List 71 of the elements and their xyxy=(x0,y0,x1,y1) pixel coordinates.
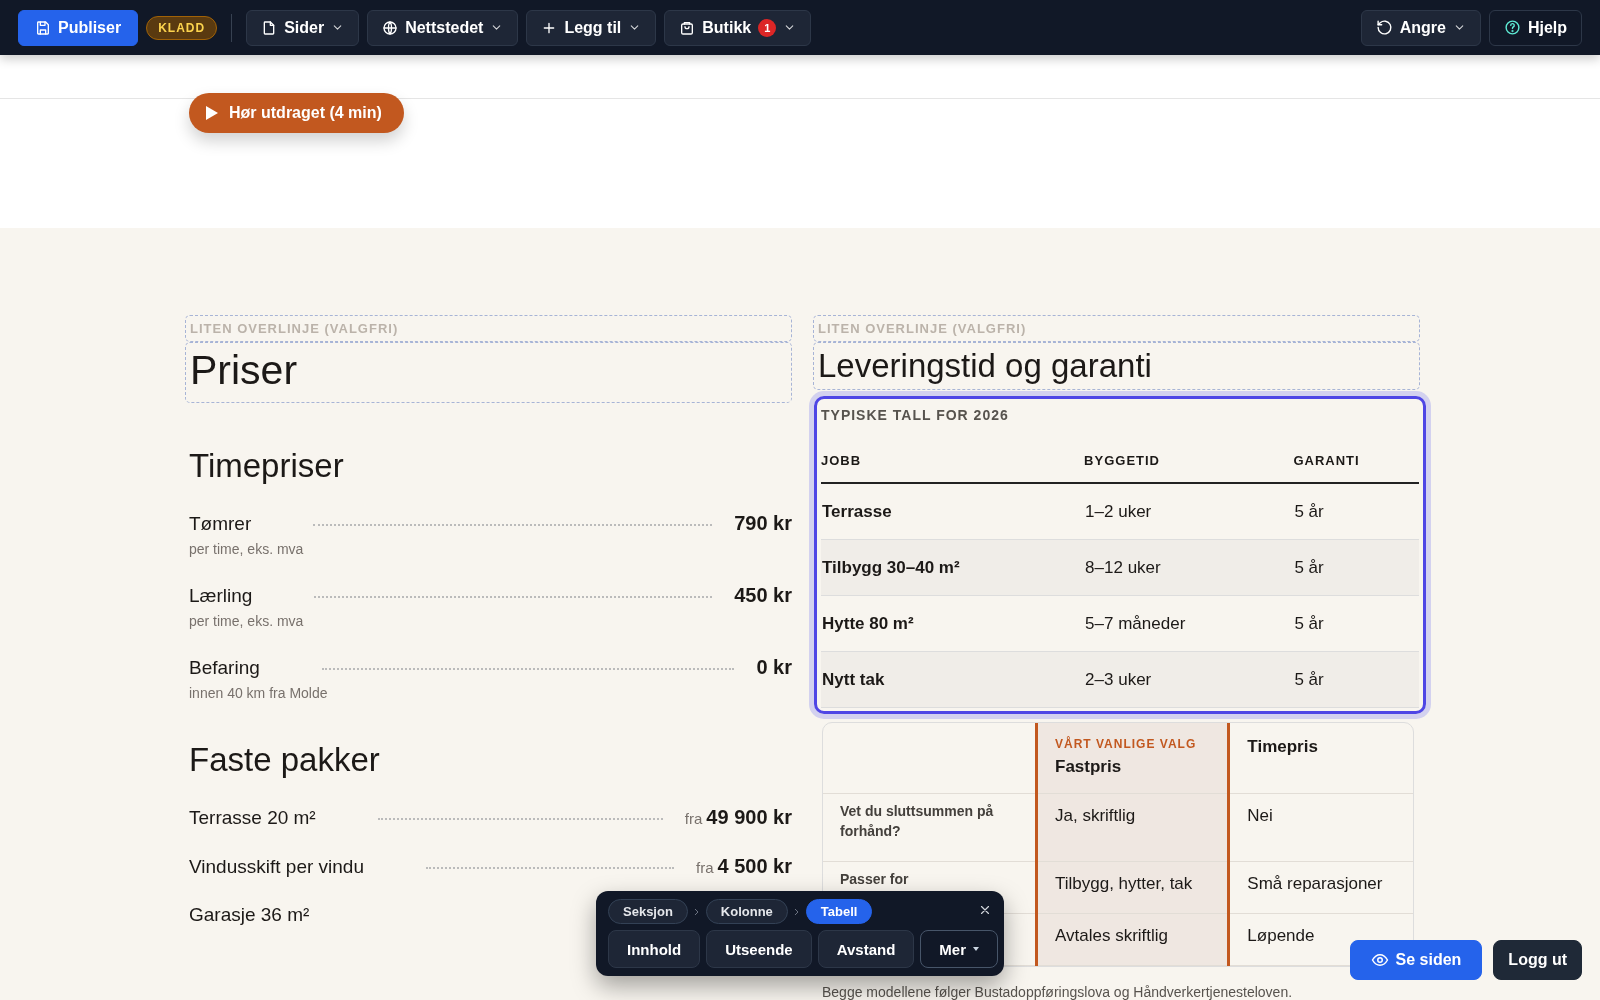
table-cell: Tilbygg, hytter, tak xyxy=(1036,861,1229,914)
menu-button[interactable]: Legg til xyxy=(526,9,657,46)
toolbar-button[interactable]: Hjelp xyxy=(1488,9,1582,46)
breadcrumb-item[interactable]: Tabell xyxy=(805,899,873,924)
table-cell: 5–7 måneder xyxy=(1084,595,1294,652)
table-cell: Hytte 80 m² xyxy=(821,595,1085,652)
price-item: Terrasse 20 m² xyxy=(189,807,316,829)
section-heading: Timepriser xyxy=(189,447,345,485)
column-header: VÅRT VANLIGE VALG Fastpris xyxy=(1036,723,1229,794)
table-cell: Tilbygg 30–40 m² xyxy=(821,539,1085,596)
chevron-right-icon xyxy=(792,907,801,916)
price-note: per time, eks. mva xyxy=(189,613,305,629)
chevron-right-icon xyxy=(692,907,701,916)
table-caption: TYPISKE TALL FOR 2026 xyxy=(821,406,1010,423)
table-cell: 5 år xyxy=(1293,539,1419,596)
logout-button[interactable]: Logg ut xyxy=(1493,940,1582,980)
price-item: Vindusskift per vindu xyxy=(189,856,364,878)
price-item: Befaring xyxy=(189,657,260,679)
breadcrumb-item[interactable]: Kolonne xyxy=(705,899,788,924)
audio-button[interactable]: Hør utdraget (4 min) xyxy=(189,93,404,133)
section-title[interactable]: Leveringstid og garanti xyxy=(813,342,1420,390)
section-heading: Faste pakker xyxy=(189,741,381,779)
toolbar-button[interactable]: Mer xyxy=(920,930,998,968)
table-cell: 8–12 uker xyxy=(1084,539,1294,596)
table-cell: 2–3 uker xyxy=(1084,651,1294,708)
price-item: Lærling xyxy=(189,585,253,607)
table-cell: Små reparasjoner xyxy=(1228,861,1413,914)
price-item: Tømrer xyxy=(189,513,252,535)
table-cell: Ja, skriftlig xyxy=(1036,793,1229,862)
toolbar-button[interactable]: Avstand xyxy=(817,930,915,968)
publish-button[interactable]: Publiser xyxy=(18,9,139,46)
column-header: JOBB xyxy=(821,423,1085,483)
menu-button[interactable]: Butikk 1 xyxy=(664,9,812,46)
table-cell: 5 år xyxy=(1293,595,1419,652)
table-cell: 5 år xyxy=(1293,483,1419,540)
column-header: Timepris xyxy=(1228,723,1413,794)
price-note: per time, eks. mva xyxy=(189,541,305,557)
globe-icon xyxy=(382,19,399,36)
table-cell: Nytt tak xyxy=(821,651,1085,708)
table-cell: 1–2 uker xyxy=(1084,483,1294,540)
price-value: fra 4 500 kr xyxy=(695,855,792,878)
caret-icon xyxy=(973,946,979,952)
table-cell: Avtales skriftlig xyxy=(1036,913,1229,966)
toolbar-button[interactable]: Angre xyxy=(1360,9,1481,46)
status-badge: KLADD xyxy=(146,15,218,40)
toolbar-button[interactable]: Utseende xyxy=(706,930,812,968)
breadcrumb-item[interactable]: Seksjon xyxy=(608,899,688,924)
footnote: Begge modellene følger Bustadoppføringslova og Håndverkertjenesteloven. xyxy=(822,984,1294,1000)
eye-icon xyxy=(1370,951,1389,969)
price-value: fra 49 900 kr xyxy=(684,806,792,829)
undo-icon xyxy=(1375,19,1393,36)
view-page-button[interactable]: Se siden xyxy=(1349,940,1483,980)
price-item: Garasje 36 m² xyxy=(189,904,310,926)
section-title[interactable]: Priser xyxy=(185,342,792,403)
price-value: 450 kr xyxy=(734,584,792,607)
column-header: BYGGETID xyxy=(1084,423,1294,483)
shopping-bag-icon xyxy=(679,19,696,36)
price-value: 790 kr xyxy=(734,512,792,535)
toolbar-button[interactable]: Innhold xyxy=(608,930,701,968)
column-header: GARANTI xyxy=(1293,423,1419,483)
table-cell: Nei xyxy=(1228,793,1413,862)
menu-button[interactable]: Sider xyxy=(246,9,360,46)
table-cell: Terrasse xyxy=(821,483,1085,540)
price-note: innen 40 km fra Molde xyxy=(189,685,329,701)
price-value: 0 kr xyxy=(756,656,792,679)
menu-button[interactable]: Nettstedet xyxy=(367,9,519,46)
table-cell: 5 år xyxy=(1293,651,1419,708)
help-icon xyxy=(1503,19,1521,36)
notification-badge: 1 xyxy=(758,18,777,37)
play-icon xyxy=(205,105,219,121)
close-icon xyxy=(978,903,992,917)
